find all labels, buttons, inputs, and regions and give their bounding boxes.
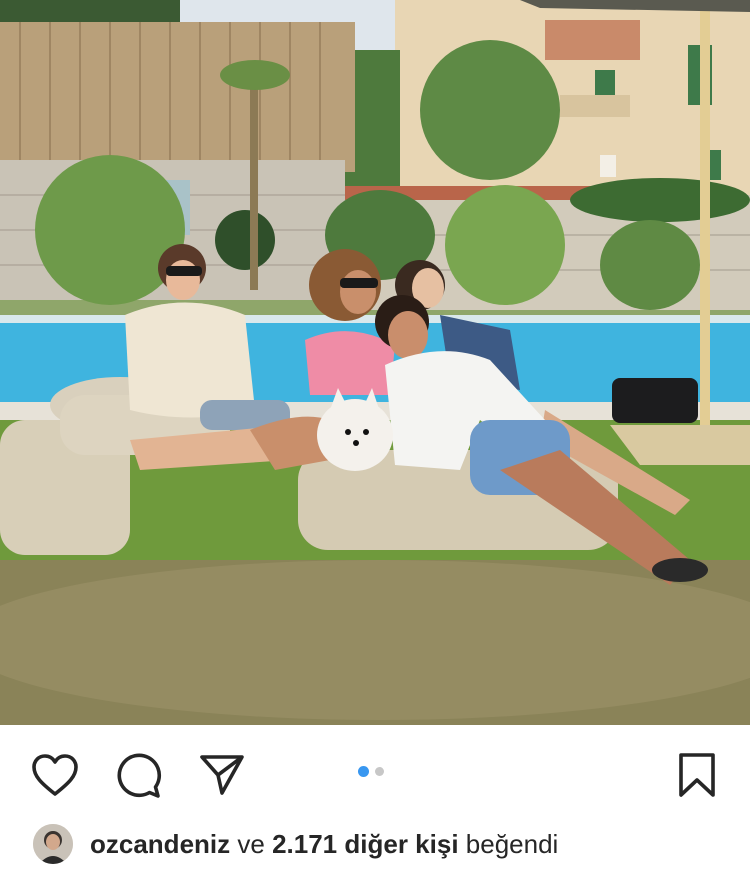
send-icon xyxy=(199,753,245,797)
avatar[interactable] xyxy=(33,824,73,864)
like-button[interactable] xyxy=(30,750,80,800)
carousel-indicator xyxy=(358,765,384,777)
likes-others-count[interactable]: 2.171 xyxy=(272,829,337,859)
carousel-dot-active xyxy=(358,765,369,777)
bookmark-icon xyxy=(677,752,717,798)
post-photo-illustration xyxy=(0,0,750,725)
share-button[interactable] xyxy=(197,750,247,800)
save-button[interactable] xyxy=(672,750,722,800)
comment-icon xyxy=(114,751,162,799)
likes-connector: ve xyxy=(237,829,265,859)
likes-summary: ozcandeniz ve 2.171 diğer kişi beğendi xyxy=(0,820,750,875)
carousel-dot xyxy=(375,766,384,776)
comment-button[interactable] xyxy=(113,750,163,800)
liker-username[interactable]: ozcandeniz xyxy=(90,829,230,859)
heart-icon xyxy=(31,753,79,797)
likes-text: ozcandeniz ve 2.171 diğer kişi beğendi xyxy=(90,829,558,860)
likes-suffix: beğendi xyxy=(465,829,559,859)
likes-others-label[interactable]: diğer kişi xyxy=(344,829,458,859)
post-action-bar xyxy=(0,725,750,820)
post-photo[interactable] xyxy=(0,0,750,725)
